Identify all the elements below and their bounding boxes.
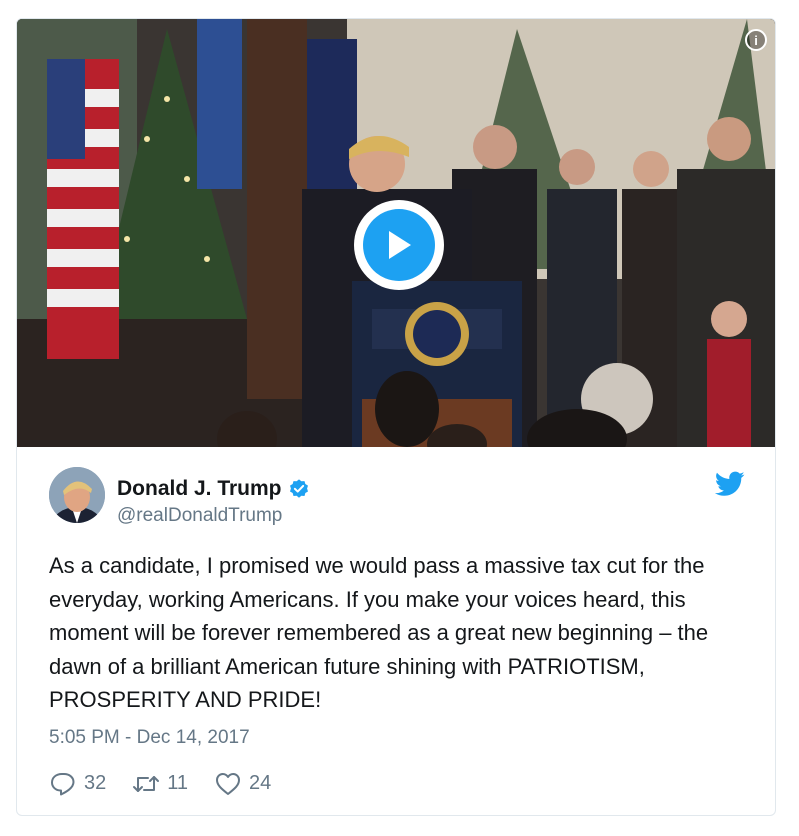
- play-button[interactable]: [354, 200, 444, 290]
- like-button[interactable]: 24: [214, 771, 271, 797]
- tweet-header: Donald J. Trump @realDonaldTrump: [49, 447, 745, 537]
- like-count: 24: [249, 772, 272, 794]
- reply-count: 32: [84, 772, 107, 794]
- video-player[interactable]: i: [17, 19, 775, 447]
- author-handle[interactable]: @realDonaldTrump: [117, 505, 282, 527]
- tweet-text: As a candidate, I promised we would pass…: [49, 553, 709, 712]
- heart-icon: [216, 772, 241, 795]
- reply-icon: [51, 772, 75, 795]
- tweet-body: Donald J. Trump @realDonaldTrump As a ca…: [17, 447, 775, 797]
- twitter-bird-icon[interactable]: [715, 471, 745, 497]
- author-name-row: Donald J. Trump: [117, 477, 310, 501]
- retweet-icon: [133, 775, 160, 792]
- retweet-button[interactable]: 11: [132, 771, 188, 797]
- tweet-timestamp[interactable]: 5:05 PM - Dec 14, 2017: [49, 727, 745, 749]
- tweet-card: i Donald J. Trump @realDonaldTrump As a …: [16, 18, 776, 816]
- author-name[interactable]: Donald J. Trump: [117, 477, 282, 501]
- tweet-actions: 32 11 24: [49, 771, 745, 797]
- reply-button[interactable]: 32: [49, 771, 106, 797]
- info-icon[interactable]: i: [745, 29, 767, 51]
- avatar[interactable]: [49, 467, 105, 523]
- play-icon: [363, 209, 435, 281]
- verified-badge-icon: [289, 479, 308, 498]
- retweet-count: 11: [167, 772, 189, 794]
